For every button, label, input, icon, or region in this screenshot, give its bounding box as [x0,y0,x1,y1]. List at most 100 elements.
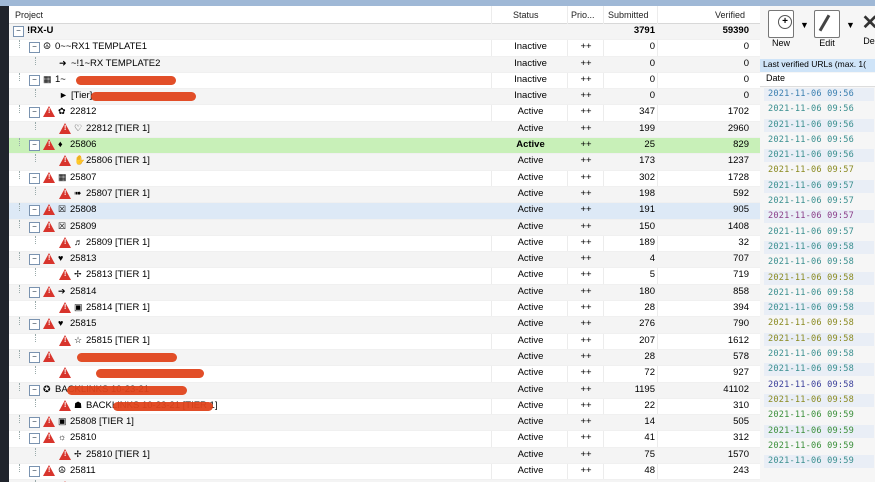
table-row[interactable]: −! ♥ 25815 Active ++ 276 790 [9,317,760,334]
table-row[interactable]: ! ✢ 25810 [TIER 1] Active ++ 75 1570 [9,447,760,465]
date-row[interactable]: 2021-11-06 09:58 [760,286,875,301]
col-priority[interactable]: Prio... [571,10,595,20]
table-row[interactable]: ! ➠ 25807 [TIER 1] Active ++ 198 592 [9,186,760,204]
date-row[interactable]: 2021-11-06 09:59 [760,424,875,439]
date-row[interactable]: 2021-11-06 09:58 [760,332,875,347]
table-row[interactable]: ! ♡ 22812 [TIER 1] Active ++ 199 2960 [9,121,760,139]
table-row[interactable]: −✪BACKLINKS 10-23-21Active++119541102 [9,382,760,399]
date-row[interactable]: 2021-11-06 09:59 [760,439,875,454]
status-cell: Active [517,236,544,248]
verified-date: 2021-11-06 09:59 [768,410,854,421]
date-row[interactable]: 2021-11-06 09:58 [760,347,875,362]
status-cell: Active [517,302,544,314]
tree-expander-icon[interactable]: − [29,107,40,119]
table-row[interactable]: − ☮ 0~~RX1 TEMPLATE1 Inactive ++ 0 0 [9,40,760,57]
date-row[interactable]: 2021-11-06 09:56 [760,133,875,148]
tree-expander-icon[interactable]: − [29,319,40,331]
priority-cell: ++ [580,350,592,362]
table-row[interactable]: ! ✢ 25813 [TIER 1] Active ++ 5 719 [9,268,760,285]
date-row[interactable]: 2021-11-06 09:59 [760,408,875,423]
tree-expander-icon[interactable]: − [29,351,40,363]
col-project[interactable]: Project [15,10,43,20]
table-row[interactable]: ! ▣ 25814 [TIER 1] Active ++ 28 394 [9,301,760,318]
verified-cell: 32 [738,236,749,248]
table-row[interactable]: ➜ ~!1~RX TEMPLATE2 Inactive ++ 0 0 [9,56,760,73]
date-row[interactable]: 2021-11-06 09:57 [760,194,875,209]
tree-expander-icon[interactable]: − [29,254,40,266]
warning-icon: ! [43,171,55,183]
project-name: 25806 [TIER 1] [86,155,150,167]
date-row[interactable]: 2021-11-06 09:59 [760,454,875,469]
table-row[interactable]: −! ➔ 25814 Active ++ 180 858 [9,284,760,302]
tree-expander-icon[interactable]: − [29,221,40,233]
verified-cell: 719 [733,269,749,281]
table-row[interactable]: −! ☮ 25811 Active ++ 48 243 [9,464,760,481]
table-row[interactable]: ► [Tier] Inactive ++ 0 0 [9,89,760,106]
date-row[interactable]: 2021-11-06 09:58 [760,378,875,393]
edit-button[interactable]: Edit [812,10,842,48]
tree-expander-icon[interactable]: − [13,26,24,37]
edit-dropdown-icon[interactable]: ▼ [846,20,855,30]
date-row[interactable]: 2021-11-06 09:57 [760,179,875,194]
tree-expander-icon[interactable]: − [29,384,40,396]
new-dropdown-icon[interactable]: ▼ [800,20,809,30]
date-row[interactable]: 2021-11-06 09:58 [760,316,875,331]
table-row[interactable]: ! ♬ 25809 [TIER 1] Active ++ 189 32 [9,235,760,253]
verified-cell: 1728 [727,171,749,183]
tree-expander-icon[interactable]: − [29,172,40,184]
table-row[interactable]: ! ✋ 25806 [TIER 1] Active ++ 173 1237 [9,154,760,171]
table-row[interactable]: −! ☒ 25808 Active ++ 191 905 [9,203,760,220]
date-column-header[interactable]: Date [760,73,875,87]
date-row[interactable]: 2021-11-06 09:56 [760,118,875,133]
table-row[interactable]: −! ▣ 25808 [TIER 1] Active ++ 14 505 [9,415,760,432]
table-row[interactable]: !☗BACKLINKS 10-23-21 [TIER 1]Active++223… [9,398,760,416]
project-list[interactable]: Project Status Prio... Submitted Verifie… [9,6,760,482]
priority-cell: ++ [580,90,592,102]
table-row[interactable]: −! ☒ 25809 Active ++ 150 1408 [9,219,760,236]
table-row[interactable]: ! ☆ 25815 [TIER 1] Active ++ 207 1612 [9,333,760,350]
table-row[interactable]: −! ☼ 25810 Active ++ 41 312 [9,431,760,448]
tree-expander-icon[interactable]: − [29,433,40,445]
date-row[interactable]: 2021-11-06 09:57 [760,163,875,178]
date-row[interactable]: 2021-11-06 09:57 [760,209,875,224]
project-icon: ☮ [58,465,67,476]
table-row[interactable]: −! ✿ 22812 Active ++ 347 1702 [9,105,760,122]
verified-cell: 2960 [727,122,749,134]
table-row[interactable]: − !RX-U 3791 59390 [9,24,760,41]
tree-expander-icon[interactable]: − [29,42,40,54]
col-verified[interactable]: Verified [715,10,745,20]
tree-expander-icon[interactable]: − [29,205,40,217]
delete-button[interactable]: ✕ Del [858,10,875,46]
date-row[interactable]: 2021-11-06 09:56 [760,102,875,117]
tree-expander-icon[interactable]: − [29,74,40,86]
table-row[interactable]: ! Active ++ 72 927 [9,366,760,383]
col-status[interactable]: Status [513,10,539,20]
col-submitted[interactable]: Submitted [608,10,649,20]
date-row[interactable]: 2021-11-06 09:56 [760,148,875,163]
date-row[interactable]: 2021-11-06 09:58 [760,255,875,270]
table-row[interactable]: −! ▦ 25807 Active ++ 302 1728 [9,170,760,187]
date-row[interactable]: 2021-11-06 09:58 [760,240,875,255]
warning-icon: ! [59,448,71,460]
tree-expander-icon[interactable]: − [29,140,40,152]
project-name: 25811 [70,465,96,477]
date-row[interactable]: 2021-11-06 09:58 [760,271,875,286]
tree-expander-icon[interactable]: − [29,417,40,429]
date-row[interactable]: 2021-11-06 09:58 [760,301,875,316]
submitted-cell: 0 [649,90,655,102]
date-row[interactable]: 2021-11-06 09:58 [760,393,875,408]
status-cell: Active [517,285,544,297]
tree-expander-icon[interactable]: − [29,466,40,478]
date-row[interactable]: 2021-11-06 09:57 [760,225,875,240]
date-row[interactable]: 2021-11-06 09:58 [760,362,875,377]
tree-expander-icon[interactable]: − [29,286,40,298]
table-row[interactable]: − ▦ 1~ Inactive ++ 0 0 [9,72,760,90]
new-button[interactable]: + New [766,10,796,48]
date-row[interactable]: 2021-11-06 09:56 [760,87,875,102]
table-row[interactable]: −! ♥ 25813 Active ++ 4 707 [9,252,760,269]
table-row[interactable]: −! Active ++ 28 578 [9,349,760,367]
warning-icon: ! [59,399,71,411]
project-icon: ✋ [74,155,86,166]
status-cell: Active [517,318,544,330]
table-row[interactable]: −! ♦ 25806 Active ++ 25 829 [9,138,760,155]
